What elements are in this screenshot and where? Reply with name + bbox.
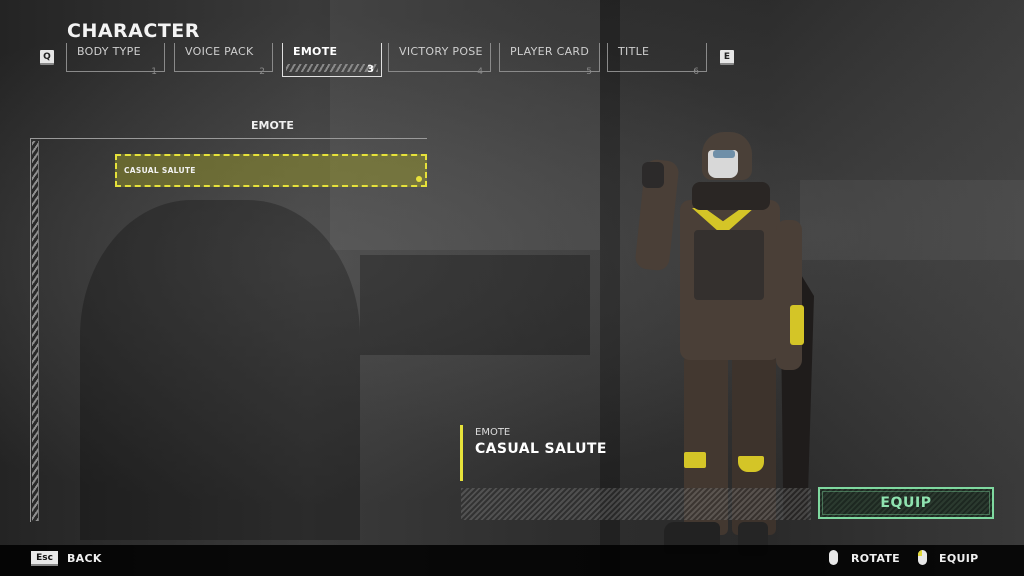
equip-button[interactable]: EQUIP bbox=[818, 487, 994, 519]
character-knee-pad-left bbox=[684, 452, 706, 468]
tab-title[interactable]: TITLE 6 bbox=[607, 43, 707, 77]
tab-body-type[interactable]: BODY TYPE 1 bbox=[66, 43, 165, 77]
character-vest bbox=[694, 230, 764, 300]
tab-number: 1 bbox=[151, 67, 157, 77]
character-arm-right bbox=[776, 220, 802, 370]
emote-list-frame bbox=[30, 138, 427, 522]
rotate-hint[interactable]: ROTATE bbox=[851, 552, 900, 565]
next-tab-key[interactable]: E bbox=[720, 50, 734, 65]
tab-label: VICTORY POSE bbox=[399, 45, 483, 58]
tab-label: EMOTE bbox=[293, 45, 338, 58]
list-item-casual-salute[interactable]: CASUAL SALUTE bbox=[115, 154, 427, 187]
tab-voice-pack[interactable]: VOICE PACK 2 bbox=[174, 43, 273, 77]
detail-category: EMOTE bbox=[475, 427, 511, 438]
detail-accent-bar bbox=[460, 425, 463, 481]
tab-label: PLAYER CARD bbox=[510, 45, 590, 58]
tab-number: 3 bbox=[367, 64, 374, 75]
mouse-left-click-icon bbox=[918, 550, 927, 565]
back-button[interactable]: BACK bbox=[67, 552, 102, 565]
esc-key[interactable]: Esc bbox=[31, 551, 58, 566]
tab-number: 4 bbox=[477, 67, 483, 77]
tab-number: 2 bbox=[259, 67, 265, 77]
detail-item-name: CASUAL SALUTE bbox=[475, 441, 607, 457]
character-fist bbox=[642, 162, 664, 188]
tab-victory-pose[interactable]: VICTORY POSE 4 bbox=[388, 43, 491, 77]
tab-emote[interactable]: EMOTE 3 bbox=[282, 43, 382, 77]
character-arm-stripe bbox=[790, 305, 804, 345]
character-visor-eye bbox=[713, 150, 735, 158]
list-title: EMOTE bbox=[251, 119, 294, 132]
background-shelf bbox=[800, 180, 1024, 260]
prev-tab-key[interactable]: Q bbox=[40, 50, 54, 65]
tab-number: 5 bbox=[586, 67, 592, 77]
character-knee-pad-right bbox=[738, 456, 764, 472]
tab-label: VOICE PACK bbox=[185, 45, 254, 58]
tab-number: 6 bbox=[693, 67, 699, 77]
detail-hatched-strip bbox=[461, 488, 811, 520]
tab-label: TITLE bbox=[618, 45, 650, 58]
equip-hint[interactable]: EQUIP bbox=[939, 552, 978, 565]
tab-player-card[interactable]: PLAYER CARD 5 bbox=[499, 43, 600, 77]
character-scarf bbox=[692, 182, 770, 210]
list-scrollbar[interactable] bbox=[32, 141, 39, 521]
item-label: CASUAL SALUTE bbox=[124, 166, 196, 175]
page-title: CHARACTER bbox=[67, 20, 200, 42]
tab-label: BODY TYPE bbox=[77, 45, 141, 58]
mouse-drag-icon bbox=[829, 550, 838, 565]
equipped-indicator-icon bbox=[416, 176, 422, 182]
